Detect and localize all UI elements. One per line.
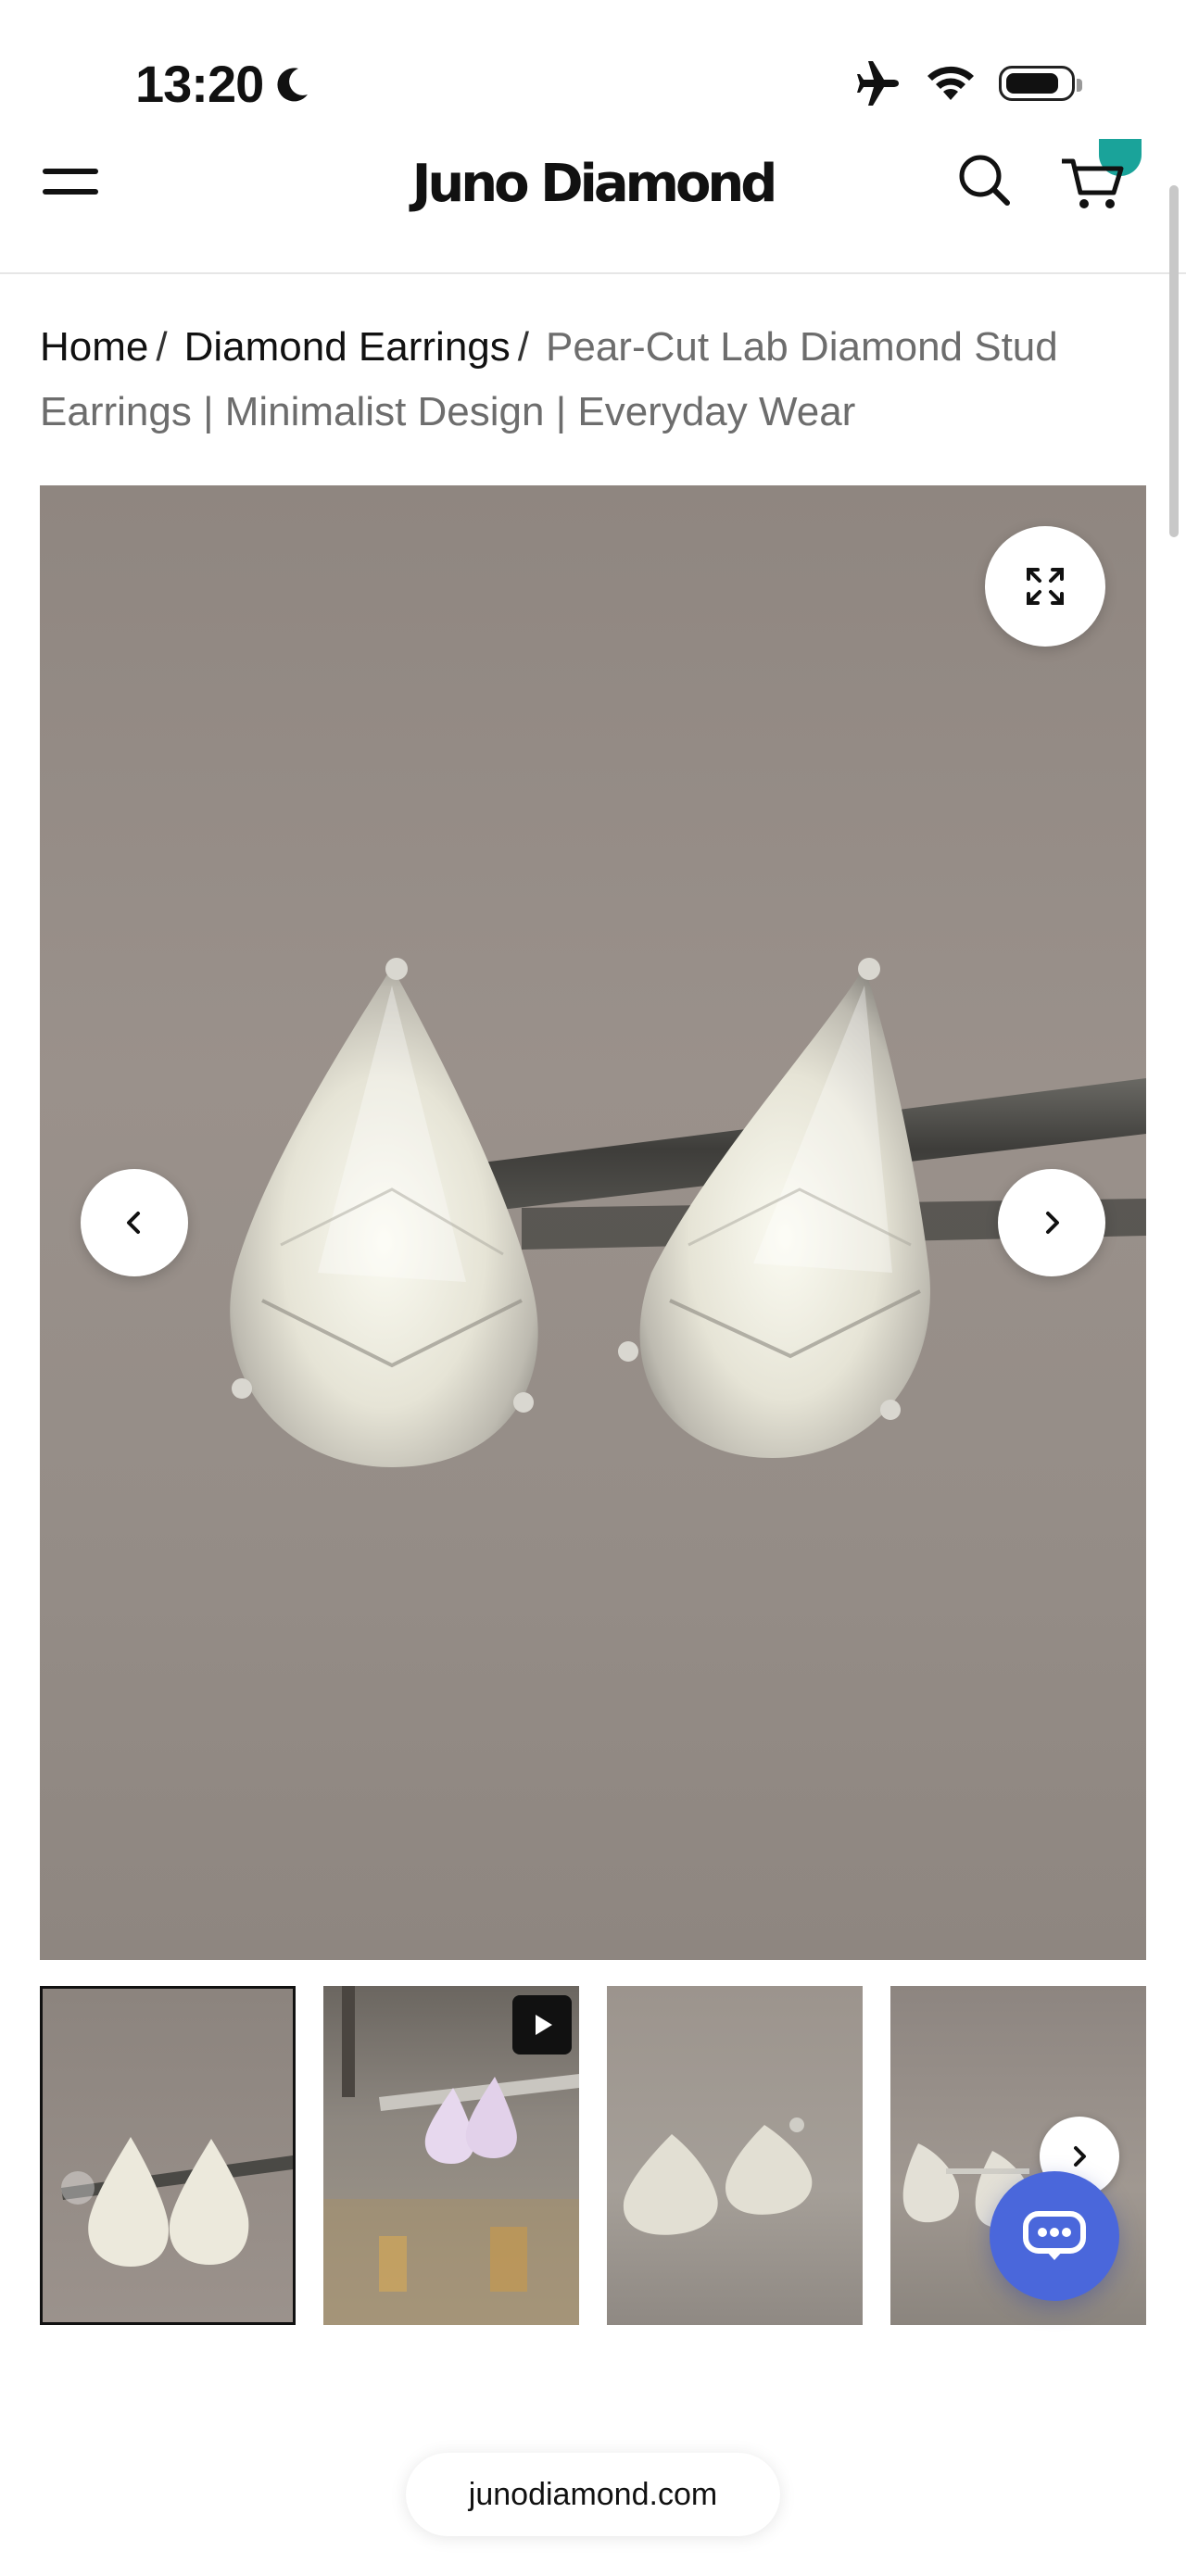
status-icons bbox=[854, 61, 1082, 106]
previous-image-button[interactable] bbox=[81, 1169, 188, 1276]
product-main-image[interactable] bbox=[40, 485, 1146, 1960]
status-time: 13:20 bbox=[135, 55, 264, 113]
next-image-button[interactable] bbox=[998, 1169, 1105, 1276]
site-header: Juno Diamond bbox=[0, 139, 1186, 274]
breadcrumb-separator: / bbox=[517, 324, 529, 370]
search-icon[interactable] bbox=[956, 152, 1012, 207]
thumbnail-2-video[interactable] bbox=[323, 1986, 579, 2325]
wifi-icon bbox=[927, 66, 974, 100]
battery-icon bbox=[999, 66, 1082, 101]
chat-bot-icon bbox=[1023, 2211, 1086, 2260]
expand-icon bbox=[1027, 568, 1064, 605]
chevron-left-icon bbox=[127, 1212, 140, 1234]
cart-icon[interactable] bbox=[1060, 156, 1125, 211]
earrings-photo bbox=[230, 958, 1146, 1467]
chat-button[interactable] bbox=[990, 2171, 1119, 2301]
scrollbar[interactable] bbox=[1169, 185, 1179, 537]
thumbnail-1[interactable] bbox=[40, 1986, 296, 2325]
breadcrumb-diamond-earrings[interactable]: Diamond Earrings bbox=[184, 324, 511, 370]
expand-button[interactable] bbox=[985, 526, 1105, 647]
browser-url-bar[interactable]: junodiamond.com bbox=[406, 2453, 780, 2536]
url-text: junodiamond.com bbox=[468, 2476, 718, 2512]
moon-icon bbox=[277, 68, 308, 102]
video-play-icon bbox=[512, 1995, 572, 2055]
breadcrumb: Home / Diamond Earrings / Pear-Cut Lab Diamo… bbox=[40, 315, 1133, 445]
thumbnail-strip bbox=[40, 1986, 1146, 2327]
thumbnail-3[interactable] bbox=[607, 1986, 863, 2325]
chevron-right-icon bbox=[1046, 1212, 1059, 1234]
chevron-right-icon bbox=[1074, 2146, 1086, 2167]
breadcrumb-home[interactable]: Home bbox=[40, 324, 148, 370]
breadcrumb-separator: / bbox=[156, 324, 168, 370]
status-bar: 13:20 bbox=[0, 0, 1186, 157]
airplane-icon bbox=[857, 61, 899, 106]
